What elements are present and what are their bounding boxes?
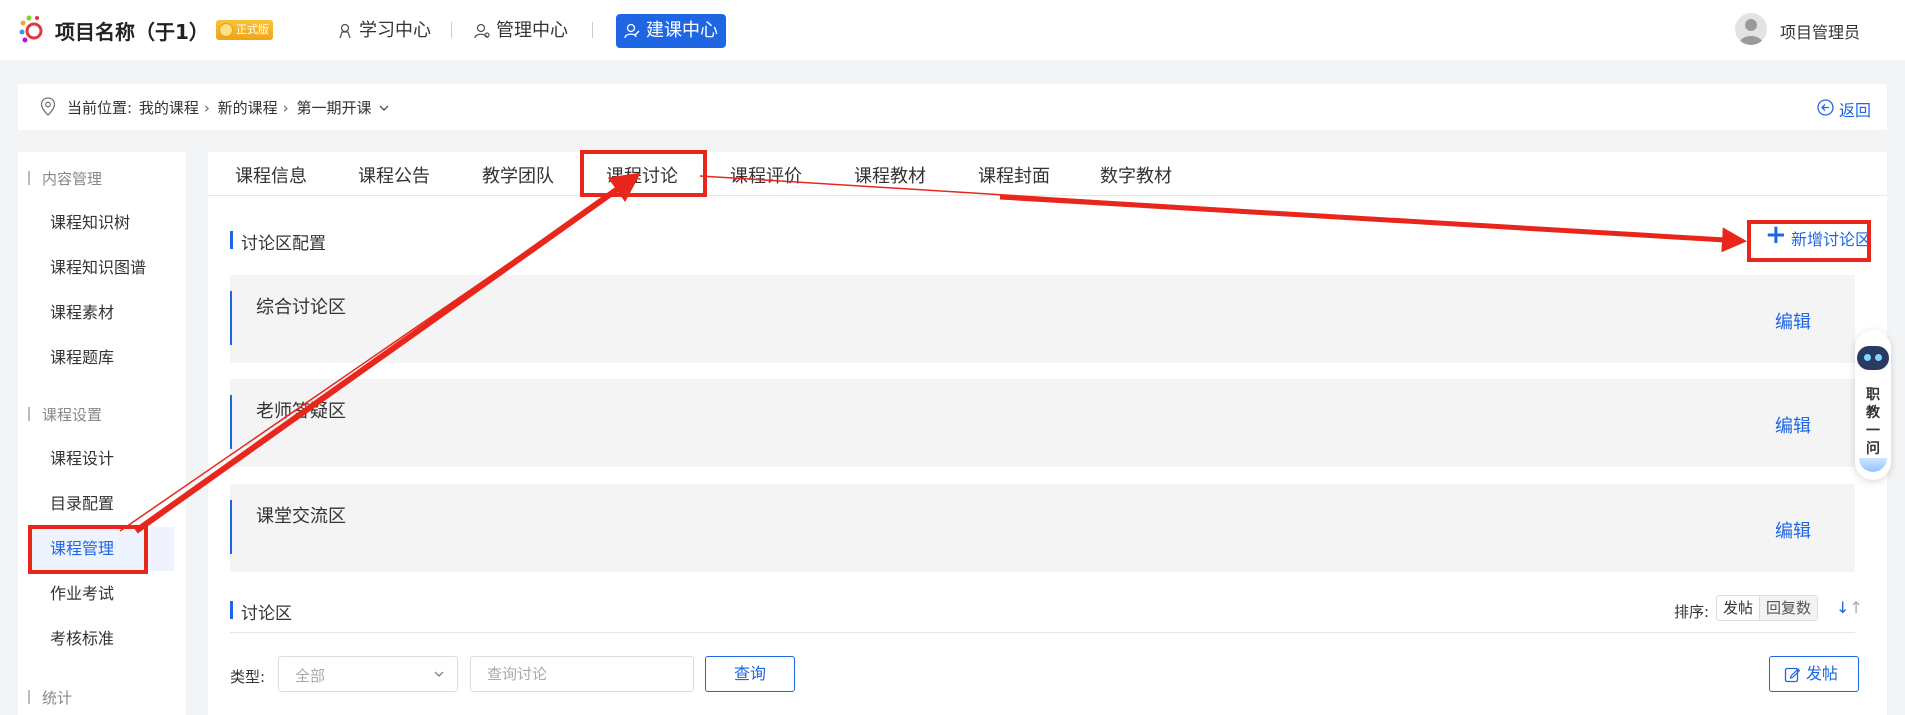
sort-option-replies[interactable]: 回复数 xyxy=(1759,596,1818,620)
type-select[interactable]: 全部 xyxy=(278,656,458,692)
tab-teaching-team[interactable]: 教学团队 xyxy=(482,162,554,188)
sort-option-posts[interactable]: 发帖 xyxy=(1717,596,1759,620)
sidebar: 内容管理 课程知识树 课程知识图谱 课程素材 课程题库 课程设置 课程设计 目录… xyxy=(18,152,186,715)
zone-edit-button[interactable]: 编辑 xyxy=(1775,412,1811,438)
tab-cover[interactable]: 课程封面 xyxy=(978,162,1050,188)
zone-accent-bar xyxy=(230,500,232,554)
avatar[interactable] xyxy=(1735,13,1767,45)
nav-course-label: 建课中心 xyxy=(646,20,718,41)
breadcrumb-prefix: 当前位置: xyxy=(67,99,133,117)
query-button[interactable]: 查询 xyxy=(705,656,795,692)
tab-announcement[interactable]: 课程公告 xyxy=(358,162,430,188)
post-button[interactable]: 发帖 xyxy=(1769,656,1859,692)
top-bar: 项目名称（于1） 正式版 学习中心 管理中心 建课中心 项目管理员 xyxy=(0,0,1905,60)
edition-badge-label: 正式版 xyxy=(236,23,269,36)
back-button[interactable]: 返回 xyxy=(1817,97,1871,121)
course-build-icon xyxy=(624,23,640,39)
nav-divider xyxy=(451,22,452,38)
edit-icon xyxy=(1784,667,1801,683)
nav-management-label: 管理中心 xyxy=(496,20,568,41)
assistant-label: 职教一问 xyxy=(1866,387,1880,457)
discussion-title: 讨论区 xyxy=(230,599,292,624)
sidebar-item-materials[interactable]: 课程素材 xyxy=(32,291,174,335)
annotation-box-add xyxy=(1747,220,1871,262)
nav-learning-center[interactable]: 学习中心 xyxy=(329,14,439,48)
divider xyxy=(230,632,1855,633)
back-icon xyxy=(1817,99,1834,116)
tab-course-info[interactable]: 课程信息 xyxy=(235,162,307,188)
location-icon xyxy=(40,97,56,116)
search-input[interactable] xyxy=(470,656,694,692)
badge-icon xyxy=(219,23,233,37)
zone-card: 老师答疑区 编辑 xyxy=(230,379,1855,467)
tab-bar: 课程信息 课程公告 教学团队 课程讨论 课程评价 课程教材 课程封面 数字教材 xyxy=(208,152,1887,196)
nav-learning-label: 学习中心 xyxy=(359,20,431,41)
zone-config-title: 讨论区配置 xyxy=(230,229,326,254)
robot-icon xyxy=(1857,346,1889,370)
tab-evaluation[interactable]: 课程评价 xyxy=(730,162,802,188)
learning-icon xyxy=(339,23,351,39)
zone-accent-bar xyxy=(230,395,232,449)
main-panel: 课程信息 课程公告 教学团队 课程讨论 课程评价 课程教材 课程封面 数字教材 … xyxy=(208,152,1887,715)
logo-icon xyxy=(19,15,43,43)
zone-accent-bar xyxy=(230,291,232,345)
sidebar-group-settings: 课程设置 xyxy=(28,404,102,425)
breadcrumb-item-session[interactable]: 第一期开课 xyxy=(296,99,371,117)
post-label: 发帖 xyxy=(1806,664,1839,683)
sort-toggle: 发帖 回复数 xyxy=(1716,595,1819,621)
manage-icon xyxy=(474,23,490,39)
type-label: 类型: xyxy=(230,668,266,686)
annotation-box-tab xyxy=(580,150,707,197)
sidebar-item-course-design[interactable]: 课程设计 xyxy=(32,437,174,481)
tab-digital-textbook[interactable]: 数字教材 xyxy=(1100,162,1172,188)
sidebar-item-knowledge-graph[interactable]: 课程知识图谱 xyxy=(32,246,174,290)
zone-name: 课堂交流区 xyxy=(256,506,346,527)
assistant-base xyxy=(1859,458,1887,472)
chevron-right-icon: › xyxy=(282,99,289,117)
sidebar-item-question-bank[interactable]: 课程题库 xyxy=(32,336,174,380)
breadcrumb-item-my-courses[interactable]: 我的课程 xyxy=(139,99,199,117)
zone-name: 老师答疑区 xyxy=(256,401,346,422)
chevron-down-icon[interactable] xyxy=(378,103,390,113)
sidebar-group-statistics: 统计 xyxy=(28,687,72,708)
zone-card: 课堂交流区 编辑 xyxy=(230,484,1855,572)
breadcrumb: 当前位置: 我的课程 › 新的课程 › 第一期开课 返回 xyxy=(18,84,1887,130)
tab-textbook[interactable]: 课程教材 xyxy=(854,162,926,188)
sidebar-item-assessment[interactable]: 考核标准 xyxy=(32,617,174,661)
zone-edit-button[interactable]: 编辑 xyxy=(1775,308,1811,334)
breadcrumb-item-new-course[interactable]: 新的课程 xyxy=(218,99,278,117)
sidebar-item-catalog-config[interactable]: 目录配置 xyxy=(32,482,174,526)
nav-divider xyxy=(592,22,593,38)
sidebar-item-knowledge-tree[interactable]: 课程知识树 xyxy=(32,201,174,245)
zone-name: 综合讨论区 xyxy=(256,297,346,318)
zone-card: 综合讨论区 编辑 xyxy=(230,275,1855,363)
breadcrumb-path: 当前位置: 我的课程 › 新的课程 › 第一期开课 xyxy=(67,97,390,118)
user-icon xyxy=(1739,19,1763,45)
sort-direction-icon[interactable]: ↓↑ xyxy=(1836,598,1863,617)
back-label: 返回 xyxy=(1838,101,1871,120)
nav-management-center[interactable]: 管理中心 xyxy=(466,14,576,48)
edition-badge: 正式版 xyxy=(216,20,273,40)
sidebar-group-content: 内容管理 xyxy=(28,168,102,189)
nav-course-center[interactable]: 建课中心 xyxy=(616,14,726,48)
assistant-widget[interactable]: 职教一问 xyxy=(1855,330,1891,480)
type-select-value: 全部 xyxy=(295,667,326,685)
annotation-box-sidebar xyxy=(28,525,148,574)
sort-label: 排序: xyxy=(1674,603,1710,621)
chevron-down-icon xyxy=(434,671,444,677)
username[interactable]: 项目管理员 xyxy=(1780,19,1860,43)
zone-edit-button[interactable]: 编辑 xyxy=(1775,517,1811,543)
project-name: 项目名称（于1） xyxy=(55,20,209,44)
sidebar-item-homework-exam[interactable]: 作业考试 xyxy=(32,572,174,616)
chevron-right-icon: › xyxy=(203,99,210,117)
